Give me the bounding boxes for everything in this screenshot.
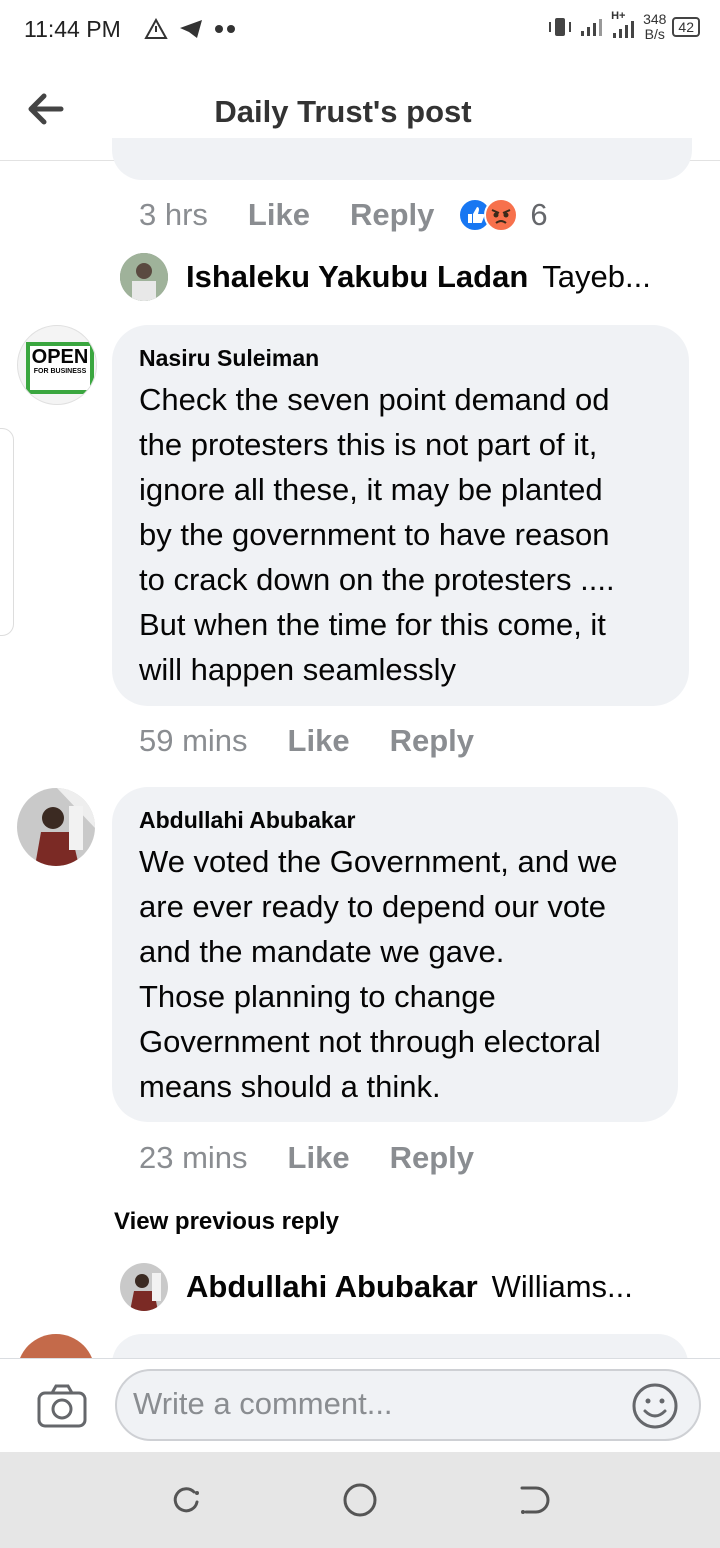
avatar: [120, 1263, 168, 1311]
like-button[interactable]: Like: [248, 197, 310, 233]
comment-line: ignore all these, it may be planted: [139, 472, 603, 507]
reaction-count: 6: [530, 197, 548, 232]
comment-author[interactable]: Nasiru Suleiman: [139, 345, 319, 372]
comment-text: Check the seven point demand od the prot…: [139, 377, 615, 692]
reply-snippet: Williams...: [491, 1269, 633, 1304]
avatar-subtext: FOR BUSINESS: [33, 368, 87, 375]
view-previous-reply-link[interactable]: View previous reply: [114, 1208, 339, 1236]
comment-time: 59 mins: [139, 723, 248, 758]
reply-author: Abdullahi Abubakar: [186, 1269, 478, 1304]
signal-icon: [581, 19, 603, 36]
comment-line: and the mandate we gave.: [139, 934, 505, 969]
avatar[interactable]: OPEN FOR BUSINESS: [17, 325, 97, 405]
comment-time: 23 mins: [139, 1140, 248, 1175]
reply-preview[interactable]: Abdullahi Abubakar Williams...: [120, 1263, 633, 1311]
recent-apps-button[interactable]: [170, 1484, 202, 1521]
emoji-button[interactable]: [631, 1382, 679, 1435]
like-button[interactable]: Like: [288, 723, 350, 759]
comment-line: to crack down on the protesters ....: [139, 562, 615, 597]
comment-line: We voted the Government, and we: [139, 844, 618, 879]
vibrate-icon: [549, 18, 572, 36]
network-speed: 348 B/s: [643, 12, 666, 42]
status-bar: 11:44 PM H+ 348 B/s 42: [0, 0, 720, 64]
status-right: H+ 348 B/s 42: [547, 10, 700, 42]
floating-panel-edge: [0, 428, 14, 636]
comment-bubble: Nasiru Suleiman Check the seven point de…: [112, 325, 689, 706]
home-button[interactable]: [342, 1482, 378, 1523]
home-icon: [343, 1483, 377, 1517]
speed-unit: B/s: [644, 26, 665, 42]
reply-button[interactable]: Reply: [350, 197, 434, 233]
camera-icon: [37, 1384, 87, 1428]
avatar-text: OPEN: [31, 346, 89, 368]
reply-snippet: Tayeb...: [542, 259, 651, 294]
comment-actions: 23 mins Like Reply: [139, 1140, 474, 1176]
comment-line: will happen seamlessly: [139, 652, 457, 687]
comment-input-wrapper: [115, 1369, 701, 1441]
reply-button[interactable]: Reply: [390, 723, 474, 759]
comment-line: are ever ready to depend our vote: [139, 889, 607, 924]
comment-composer: [0, 1358, 720, 1453]
comment-actions: 59 mins Like Reply: [139, 723, 474, 759]
avatar: [120, 253, 168, 301]
battery-indicator: 42: [672, 17, 700, 37]
nav-back-button[interactable]: [518, 1484, 550, 1521]
comment-line: Those planning to change: [139, 979, 496, 1014]
status-time: 11:44 PM: [24, 16, 121, 42]
comment-text: We voted the Government, and we are ever…: [139, 839, 617, 1109]
comment-bubble: Abdullahi Abubakar We voted the Governme…: [112, 787, 678, 1122]
comment-line: by the government to have reason: [139, 517, 610, 552]
comment-bubble-partial: [112, 138, 692, 180]
avatar[interactable]: [17, 788, 95, 866]
comment-line: Check the seven point demand od: [139, 382, 610, 417]
comment-line: Government not through electoral: [139, 1024, 601, 1059]
page-title: Daily Trust's post: [214, 94, 472, 129]
comment-time: 3 hrs: [139, 197, 208, 232]
speed-value: 348: [643, 11, 667, 27]
signal-icon: [613, 21, 635, 38]
recent-apps-icon: [173, 1487, 199, 1513]
reply-author: Ishaleku Yakubu Ladan: [186, 259, 529, 294]
status-left-icons: [144, 18, 236, 40]
open-sign: OPEN FOR BUSINESS: [26, 342, 94, 394]
comment-author[interactable]: Abdullahi Abubakar: [139, 807, 355, 834]
system-nav-bar: [0, 1452, 720, 1548]
telegram-icon: [180, 20, 202, 38]
comment-actions: 3 hrs Like Reply 6: [139, 197, 548, 233]
back-icon: [520, 1486, 550, 1514]
alert-icon: [144, 18, 168, 39]
dots-icon: [215, 25, 235, 33]
comment-line: the protesters this is not part of it,: [139, 427, 598, 462]
reply-button[interactable]: Reply: [390, 1140, 474, 1176]
reactions-summary[interactable]: 6: [458, 197, 548, 233]
camera-button[interactable]: [36, 1383, 88, 1434]
comment-line: means should a think.: [139, 1069, 441, 1104]
comment-line: But when the time for this come, it: [139, 607, 606, 642]
reply-preview[interactable]: Ishaleku Yakubu Ladan Tayeb...: [120, 253, 651, 301]
angry-reaction-icon: [484, 198, 519, 232]
like-button[interactable]: Like: [288, 1140, 350, 1176]
smiley-icon: [632, 1383, 678, 1429]
comment-input[interactable]: [131, 1371, 615, 1437]
signal-hplus: H+: [609, 10, 637, 40]
